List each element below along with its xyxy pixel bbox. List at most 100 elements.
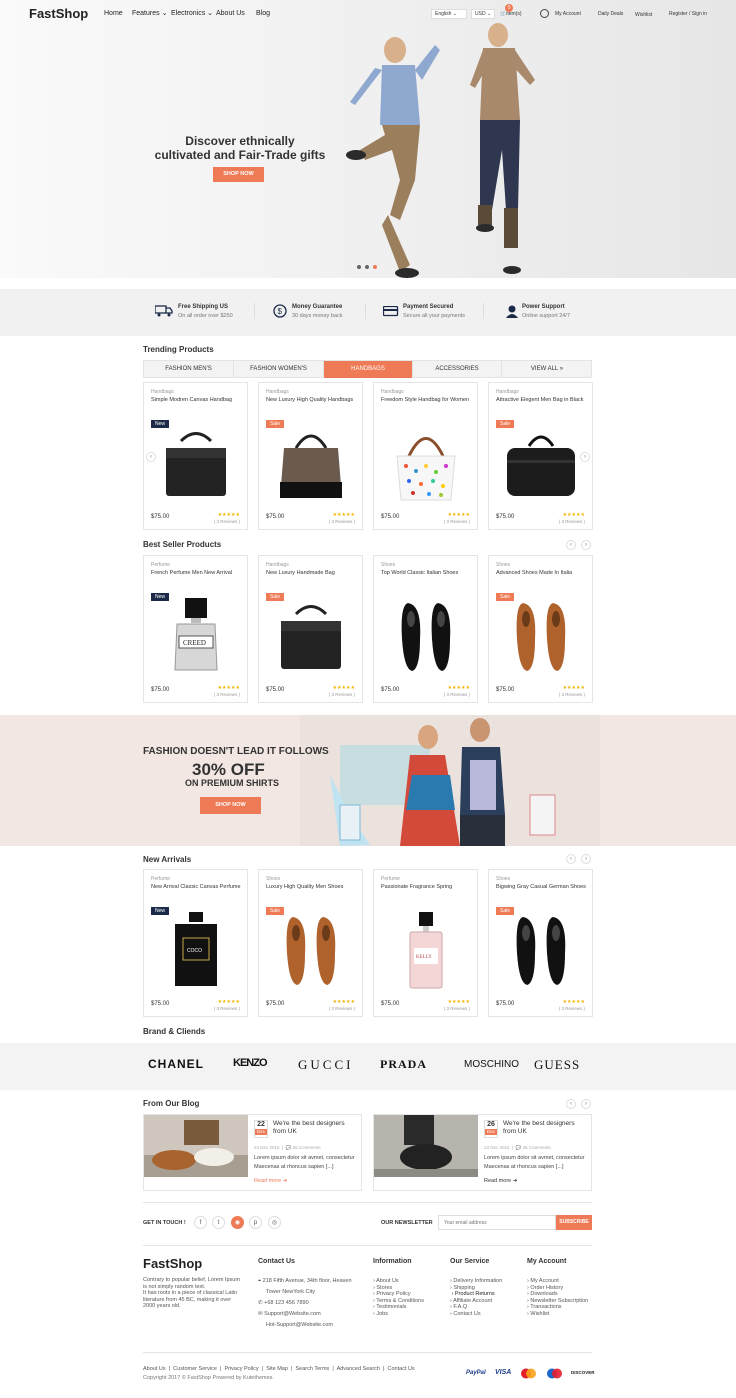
product-card[interactable]: Handbags Freedom Style Handbag for Women… [373, 382, 478, 530]
product-card[interactable]: Shoes Top World Classic Italian Shoes $7… [373, 555, 478, 703]
product-name[interactable]: French Perfume Men New Arrival [151, 570, 247, 577]
currency-select[interactable]: USD ⌄ [471, 9, 495, 19]
product-name[interactable]: New Luxury High Quality Handbags [266, 397, 362, 404]
footer-link[interactable]: › Transactions [527, 1304, 588, 1311]
footer-link[interactable]: › F.A.Q [450, 1304, 502, 1311]
product-card[interactable]: Handbags New Luxury High Quality Handbag… [258, 382, 363, 530]
nav-electronics[interactable]: Electronics ⌄ [171, 10, 213, 18]
slider-dot[interactable] [365, 265, 369, 269]
product-name[interactable]: Luxury High Quality Men Shoes [266, 884, 362, 891]
footer-link[interactable]: › Contact Us [450, 1311, 502, 1318]
footer-link[interactable]: › Stores [373, 1285, 424, 1292]
brand-logo[interactable]: GUCCI [298, 1057, 353, 1073]
product-card[interactable]: Perfume New Arrival Classic Canvas Perfu… [143, 869, 248, 1017]
footer-link[interactable]: › Shipping [450, 1285, 502, 1292]
slider-dot[interactable] [357, 265, 361, 269]
brand-logo[interactable]: KENZO [233, 1057, 267, 1070]
footer-link[interactable]: › Jobs [373, 1311, 424, 1318]
search-icon[interactable] [540, 9, 549, 18]
product-card[interactable]: Handbags Simple Modren Canvas Handbag Ne… [143, 382, 248, 530]
brand-logo[interactable]: PRADA [380, 1057, 427, 1071]
footer-link[interactable]: About Us [143, 1366, 166, 1372]
footer-email[interactable]: ✉ Support@Website.com [258, 1311, 321, 1318]
footer-link[interactable]: › Testimonials [373, 1304, 424, 1311]
daily-deals-link[interactable]: Daily Deals [598, 11, 623, 17]
twitter-icon[interactable]: t [212, 1216, 225, 1229]
facebook-icon[interactable]: f [194, 1216, 207, 1229]
my-account-link[interactable]: My Account [555, 11, 581, 17]
nav-features[interactable]: Features ⌄ [132, 10, 167, 18]
blog-post-card[interactable]: 26 Dec We're the best designers from UK 2… [373, 1114, 592, 1191]
footer-link[interactable]: › Downloads [527, 1291, 588, 1298]
brand-logo[interactable]: CHANEL [148, 1057, 204, 1071]
blog-prev-button[interactable]: ‹ [566, 1099, 576, 1109]
bestseller-prev-button[interactable]: ‹ [566, 540, 576, 550]
rss-icon[interactable]: ◉ [231, 1216, 244, 1229]
bestseller-next-button[interactable]: › [581, 540, 591, 550]
brand-logo[interactable]: MOSCHINO [464, 1059, 519, 1071]
product-name[interactable]: Freedom Style Handbag for Women [381, 397, 477, 404]
product-reviews[interactable]: ( 3 Reviews ) [559, 1006, 585, 1011]
product-reviews[interactable]: ( 3 Reviews ) [214, 519, 240, 524]
footer-email-hot[interactable]: Hot-Support@Website.com [266, 1322, 333, 1329]
footer-logo[interactable]: FastShop [143, 1256, 202, 1272]
arrivals-next-button[interactable]: › [581, 854, 591, 864]
footer-link[interactable]: › Newsletter Subscription [527, 1298, 588, 1305]
hero-shop-now-button[interactable]: SHOP NOW [213, 167, 264, 182]
instagram-icon[interactable]: ◎ [268, 1216, 281, 1229]
footer-link[interactable]: Site Map [266, 1366, 288, 1372]
arrivals-prev-button[interactable]: ‹ [566, 854, 576, 864]
pinterest-icon[interactable]: p [249, 1216, 262, 1229]
carousel-prev-button[interactable]: ‹ [146, 452, 156, 462]
read-more-link[interactable]: Read more ➜ [254, 1178, 287, 1185]
product-card[interactable]: Handbags Attractive Elegent Men Bag in B… [488, 382, 593, 530]
product-name[interactable]: Passionate Fragrance Spring [381, 884, 477, 891]
footer-link[interactable]: › Order History [527, 1285, 588, 1292]
blog-next-button[interactable]: › [581, 1099, 591, 1109]
footer-link[interactable]: › Delivery Information [450, 1278, 502, 1285]
blog-post-title[interactable]: We're the best designers from UK [273, 1120, 358, 1136]
footer-link[interactable]: › Product Returns [450, 1291, 502, 1298]
footer-link[interactable]: › Terms & Conditions [373, 1298, 424, 1305]
product-name[interactable]: Top World Classic Italian Shoes [381, 570, 477, 577]
register-signin-link[interactable]: Register / Sign in [669, 11, 707, 17]
product-reviews[interactable]: ( 3 Reviews ) [329, 519, 355, 524]
product-reviews[interactable]: ( 3 Reviews ) [214, 1006, 240, 1011]
product-reviews[interactable]: ( 3 Reviews ) [444, 1006, 470, 1011]
product-reviews[interactable]: ( 3 Reviews ) [559, 692, 585, 697]
product-name[interactable]: New Luxury Handmade Bag [266, 570, 362, 577]
product-name[interactable]: Simple Modren Canvas Handbag [151, 397, 247, 404]
footer-link[interactable]: › Wishlist [527, 1311, 588, 1318]
carousel-next-button[interactable]: › [580, 452, 590, 462]
tab-fashion-women[interactable]: FASHION WOMEN'S [234, 361, 324, 378]
footer-link[interactable]: › My Account [527, 1278, 588, 1285]
promo-shop-now-button[interactable]: SHOP NOW [200, 797, 261, 814]
blog-post-title[interactable]: We're the best designers from UK [503, 1120, 588, 1136]
subscribe-button[interactable]: SUBSCRIBE [556, 1215, 592, 1230]
wishlist-link[interactable]: Wishlist [635, 12, 652, 18]
tab-fashion-men[interactable]: FASHION MEN'S [144, 361, 234, 378]
newsletter-email-input[interactable] [438, 1215, 556, 1230]
footer-link[interactable]: Contact Us [388, 1366, 415, 1372]
product-card[interactable]: Shoes Advanced Shoes Made In Italia Sale… [488, 555, 593, 703]
product-card[interactable]: Handbags New Luxury Handmade Bag Sale $7… [258, 555, 363, 703]
footer-link[interactable]: Advanced Search [337, 1366, 380, 1372]
product-name[interactable]: Attractive Elegent Men Bag in Black [496, 397, 592, 404]
product-card[interactable]: Shoes Luxury High Quality Men Shoes Sale… [258, 869, 363, 1017]
footer-link[interactable]: Privacy Policy [224, 1366, 258, 1372]
product-name[interactable]: Advanced Shoes Made In Italia [496, 570, 592, 577]
slider-dot-active[interactable] [373, 265, 377, 269]
footer-link[interactable]: › About Us [373, 1278, 424, 1285]
footer-link[interactable]: Customer Service [173, 1366, 217, 1372]
product-reviews[interactable]: ( 3 Reviews ) [559, 519, 585, 524]
product-reviews[interactable]: ( 3 Reviews ) [444, 519, 470, 524]
product-reviews[interactable]: ( 3 Reviews ) [214, 692, 240, 697]
product-reviews[interactable]: ( 3 Reviews ) [329, 1006, 355, 1011]
footer-link[interactable]: Search Terms [295, 1366, 329, 1372]
footer-link[interactable]: › Affiliate Account [450, 1298, 502, 1305]
tab-accessories[interactable]: ACCESSORIES [413, 361, 502, 378]
product-name[interactable]: Bigwing Gray Casual German Shoes [496, 884, 592, 891]
product-card[interactable]: Perfume French Perfume Men New Arrival N… [143, 555, 248, 703]
nav-about[interactable]: About Us [216, 10, 245, 18]
product-reviews[interactable]: ( 3 Reviews ) [329, 692, 355, 697]
